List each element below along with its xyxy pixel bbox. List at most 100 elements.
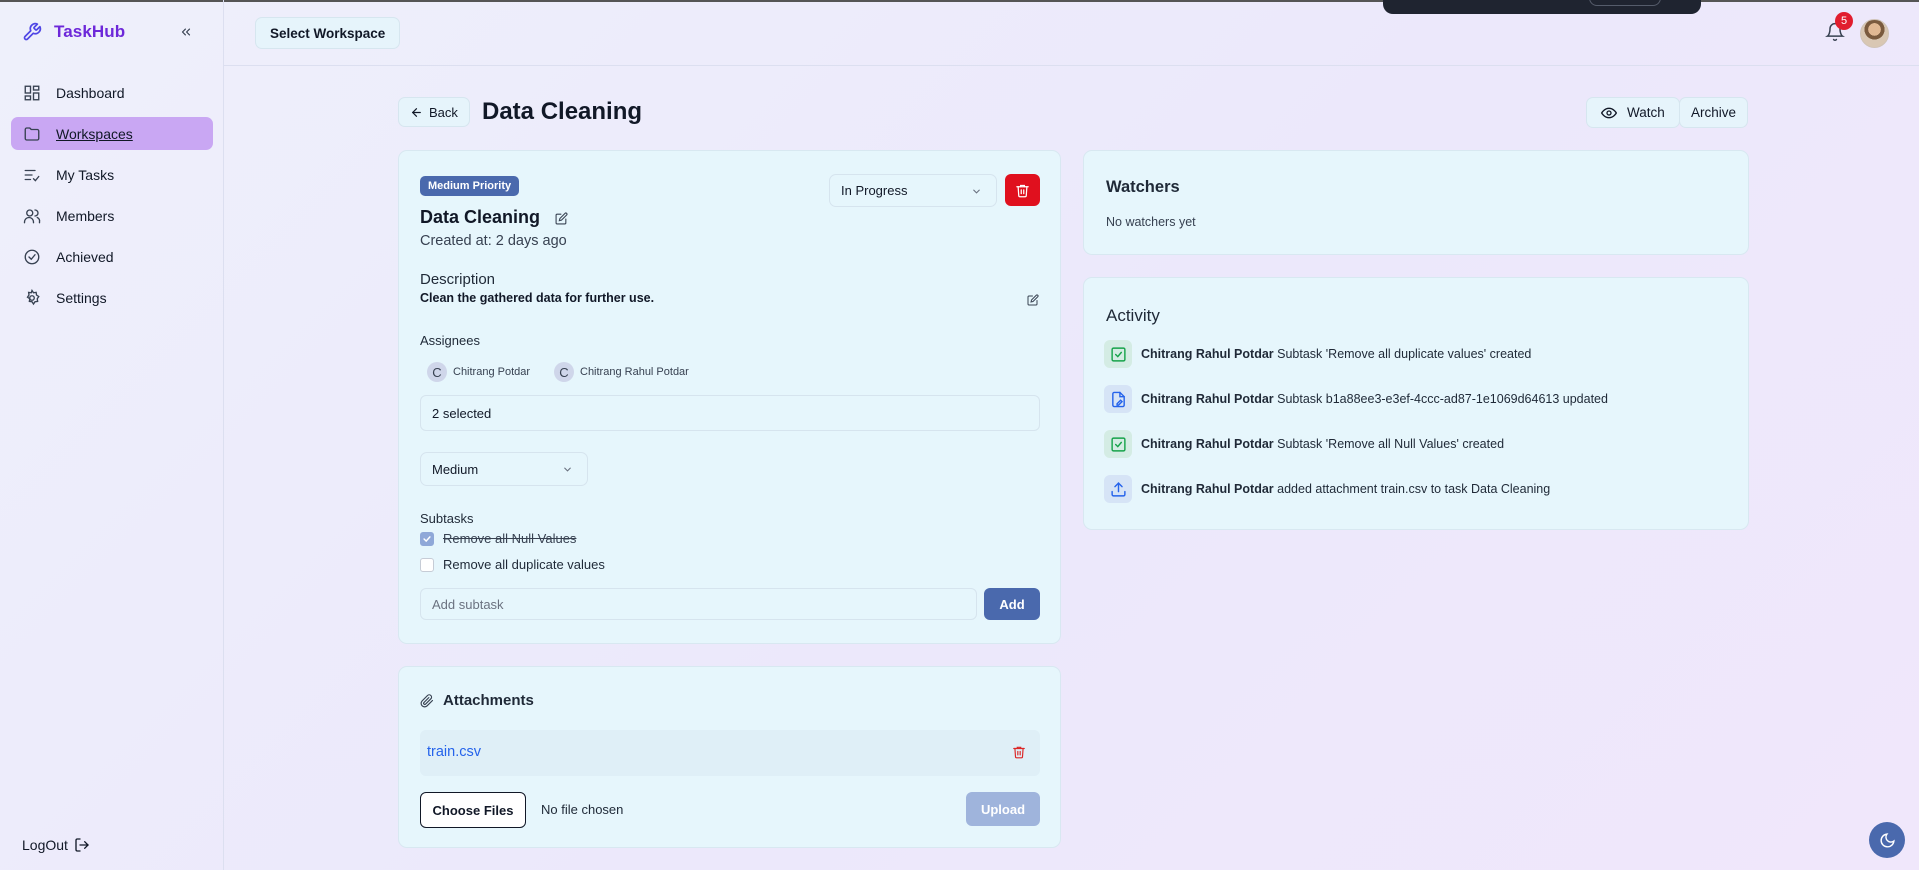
- subtask-item[interactable]: Remove all Null Values: [420, 531, 576, 546]
- delete-attachment-icon[interactable]: [1012, 745, 1026, 759]
- activity-item: Chitrang Rahul Potdar added attachment t…: [1104, 475, 1550, 503]
- eye-icon: [1601, 107, 1617, 118]
- folder-icon: [24, 126, 40, 141]
- dashboard-icon: [24, 85, 40, 100]
- subtask-item[interactable]: Remove all duplicate values: [420, 557, 605, 572]
- subtask-checkbox[interactable]: [420, 531, 434, 546]
- back-button[interactable]: Back: [398, 97, 470, 127]
- activity-text: added attachment train.csv to task Data …: [1277, 482, 1551, 496]
- activity-user: Chitrang Rahul Potdar: [1141, 392, 1274, 406]
- notification-badge: 5: [1835, 12, 1853, 30]
- sidebar-item-label: Dashboard: [56, 84, 125, 101]
- sidebar-item-members[interactable]: Members: [11, 199, 213, 232]
- sidebar-nav: Dashboard Workspaces My Tasks Members Ac…: [11, 76, 213, 322]
- chevron-down-icon: [973, 189, 980, 194]
- list-check-icon: [24, 169, 40, 182]
- checkbox-icon: [1104, 430, 1132, 458]
- check-circle-icon: [24, 249, 40, 264]
- assignee-chip: C Chitrang Potdar: [427, 362, 530, 382]
- assignee-chip: C Chitrang Rahul Potdar: [554, 362, 689, 382]
- activity-user: Chitrang Rahul Potdar: [1141, 482, 1274, 496]
- assignees-multiselect[interactable]: 2 selected: [420, 395, 1040, 431]
- app-name: TaskHub: [54, 22, 126, 41]
- watchers-title: Watchers: [1106, 178, 1180, 196]
- activity-text: Subtask 'Remove all Null Values' created: [1277, 437, 1505, 451]
- activity-user: Chitrang Rahul Potdar: [1141, 437, 1274, 451]
- attachments-card: Attachments train.csv Choose Files No fi…: [398, 666, 1061, 848]
- add-subtask-input[interactable]: Add subtask: [420, 588, 977, 620]
- activity-user: Chitrang Rahul Potdar: [1141, 347, 1274, 361]
- theme-toggle-button[interactable]: [1869, 822, 1905, 858]
- edit-title-icon[interactable]: [555, 212, 568, 225]
- created-at: Created at: 2 days ago: [420, 233, 567, 249]
- collapse-sidebar-button[interactable]: [176, 22, 196, 42]
- description-text: Clean the gathered data for further use.: [420, 291, 655, 305]
- logout-button[interactable]: LogOut: [22, 837, 90, 853]
- brand[interactable]: TaskHub: [22, 22, 125, 42]
- logout-icon: [75, 838, 89, 852]
- activity-text: Subtask b1a88ee3-e3ef-4ccc-ad87-1e1069d6…: [1277, 392, 1608, 406]
- attachment-row: train.csv: [420, 730, 1040, 776]
- assignee-name: Chitrang Potdar: [453, 366, 531, 378]
- priority-select[interactable]: Medium: [420, 452, 588, 486]
- select-workspace-button[interactable]: Select Workspace: [255, 17, 401, 49]
- moon-icon: [1880, 832, 1895, 847]
- top-header: Select Workspace 5: [224, 0, 1919, 66]
- watch-button[interactable]: Watch: [1586, 97, 1680, 128]
- attachment-link[interactable]: train.csv: [427, 744, 481, 760]
- subtask-title: Remove all duplicate values: [443, 557, 605, 572]
- priority-badge: Medium Priority: [420, 176, 520, 196]
- assignee-avatar: C: [427, 362, 447, 382]
- check-icon: [423, 535, 431, 542]
- add-subtask-button[interactable]: Add: [984, 588, 1040, 620]
- assignee-name: Chitrang Rahul Potdar: [580, 366, 689, 378]
- activity-item: Chitrang Rahul Potdar Subtask 'Remove al…: [1104, 340, 1531, 368]
- sidebar-item-achieved[interactable]: Achieved: [11, 240, 213, 273]
- sidebar-item-workspaces[interactable]: Workspaces: [11, 117, 213, 150]
- sidebar-item-my-tasks[interactable]: My Tasks: [11, 158, 213, 191]
- activity-item: Chitrang Rahul Potdar Subtask 'Remove al…: [1104, 430, 1504, 458]
- watchers-card: Watchers No watchers yet: [1083, 150, 1749, 255]
- sidebar-item-label: Achieved: [56, 248, 114, 265]
- attachments-header: Attachments: [420, 692, 534, 709]
- subtask-checkbox[interactable]: [420, 557, 434, 572]
- archive-button[interactable]: Archive: [1679, 97, 1749, 128]
- activity-title: Activity: [1106, 306, 1160, 325]
- attachments-title: Attachments: [443, 692, 534, 709]
- sidebar: TaskHub Dashboard Workspaces My Tasks Me…: [0, 0, 224, 870]
- choose-files-button[interactable]: Choose Files: [420, 792, 526, 828]
- status-value: In Progress: [841, 183, 908, 198]
- description-label: Description: [420, 271, 496, 288]
- gear-icon: [26, 288, 40, 305]
- assignees-label: Assignees: [420, 333, 480, 348]
- sidebar-item-label: My Tasks: [56, 166, 115, 183]
- back-label: Back: [429, 104, 458, 120]
- subtasks-label: Subtasks: [420, 511, 474, 526]
- sidebar-item-label: Workspaces: [56, 125, 133, 142]
- delete-task-button[interactable]: [1005, 174, 1040, 206]
- page-title: Data Cleaning: [482, 98, 643, 125]
- task-details-card: Medium Priority Data Cleaning Created at…: [398, 150, 1061, 644]
- chevron-down-icon: [564, 467, 571, 472]
- avatar[interactable]: [1860, 19, 1889, 48]
- paperclip-icon: [420, 693, 434, 707]
- sidebar-item-settings[interactable]: Settings: [11, 281, 213, 314]
- no-file-text: No file chosen: [541, 802, 624, 817]
- status-select[interactable]: In Progress: [829, 174, 997, 207]
- sidebar-item-label: Settings: [56, 289, 107, 306]
- arrow-left-icon: [411, 107, 421, 117]
- chevrons-left-icon: [181, 28, 191, 36]
- priority-value: Medium: [432, 461, 479, 477]
- logout-label: LogOut: [22, 837, 68, 853]
- trash-icon: [1016, 184, 1029, 197]
- wrench-icon: [23, 22, 42, 41]
- edit-description-icon[interactable]: [1027, 294, 1039, 306]
- sidebar-item-dashboard[interactable]: Dashboard: [11, 76, 213, 109]
- activity-item: Chitrang Rahul Potdar Subtask b1a88ee3-e…: [1104, 385, 1608, 413]
- sidebar-item-label: Members: [56, 207, 115, 224]
- task-title: Data Cleaning: [420, 207, 541, 227]
- upload-button[interactable]: Upload: [966, 792, 1040, 826]
- watchers-empty-text: No watchers yet: [1106, 215, 1196, 229]
- assignee-avatar: C: [554, 362, 574, 382]
- activity-card: Activity Chitrang Rahul Potdar Subtask '…: [1083, 277, 1749, 530]
